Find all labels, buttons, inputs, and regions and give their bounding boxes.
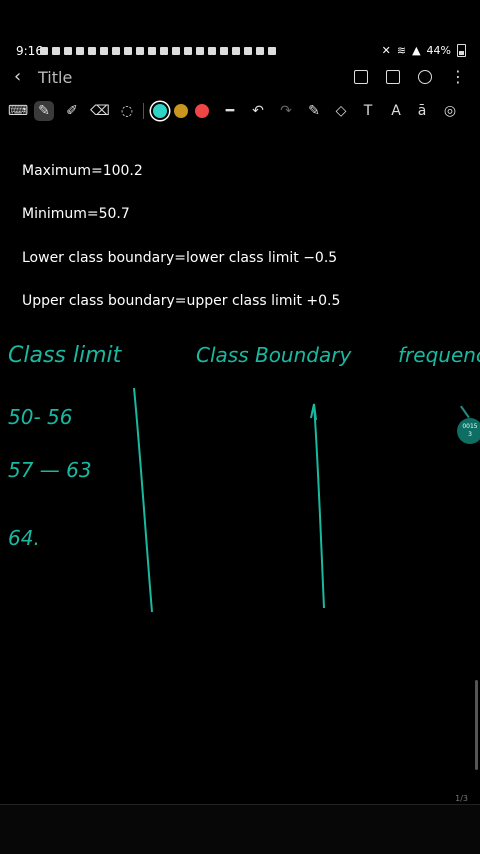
floating-badge[interactable]: 0015 3 bbox=[457, 418, 480, 444]
scrollbar[interactable] bbox=[475, 680, 478, 770]
column-divider-1 bbox=[133, 387, 153, 613]
column-divider-2 bbox=[310, 403, 325, 609]
next-page-area bbox=[0, 805, 480, 854]
page-indicator: 1/3 bbox=[455, 794, 468, 803]
handwriting-lines bbox=[133, 387, 325, 613]
